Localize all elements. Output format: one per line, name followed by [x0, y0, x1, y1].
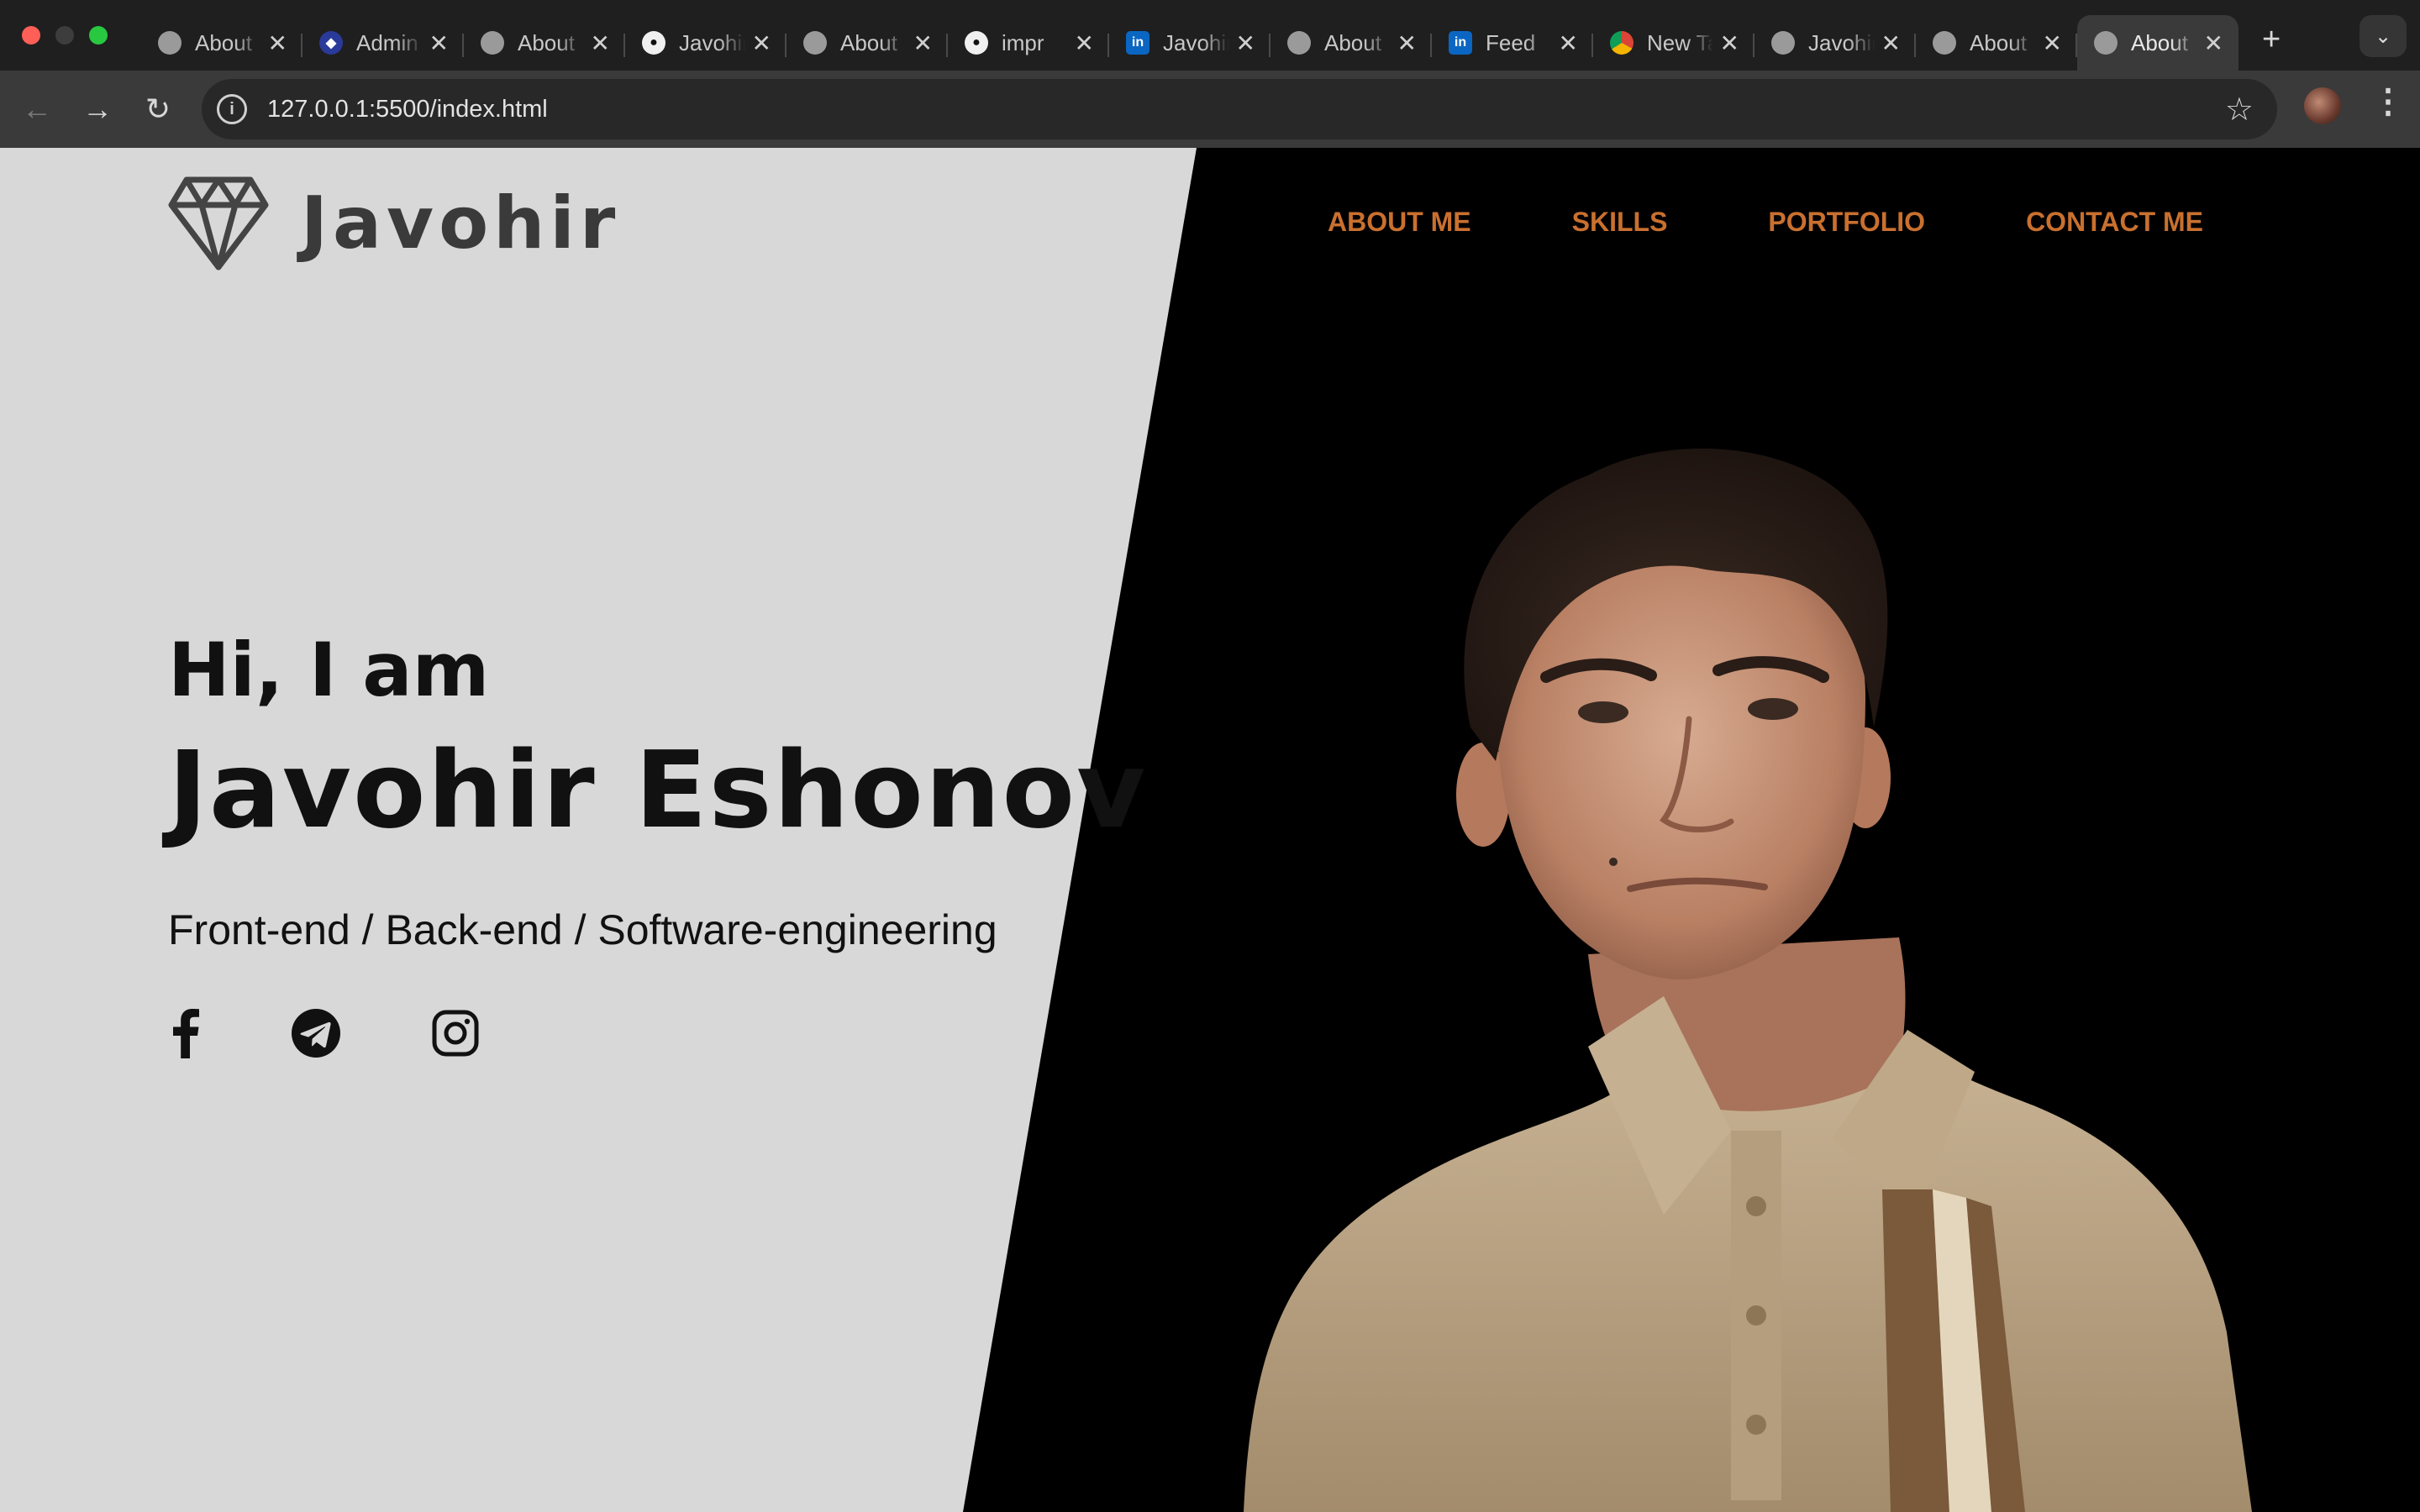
profile-photo [1244, 448, 2252, 1512]
url-text[interactable]: 127.0.0.1:5500/index.html [267, 96, 2225, 123]
tab-search-button[interactable]: ⌄ [2360, 15, 2407, 57]
close-tab-icon[interactable]: ✕ [1881, 29, 1901, 57]
tab-title: Javohir [1808, 29, 1875, 55]
browser-tab[interactable]: ◆ Admin ✕ [302, 15, 464, 71]
tab-list: About ✕ ◆ Admin ✕ About ✕ ● Javohir ✕ About ✕ ● impr ✕… [141, 0, 2238, 71]
reload-button[interactable]: ↻ [128, 92, 188, 127]
browser-tab[interactable]: in Javohir ✕ [1109, 15, 1270, 71]
github-icon: ● [965, 31, 988, 55]
nav-skills[interactable]: SKILLS [1572, 207, 1668, 238]
tab-title: About [1324, 29, 1381, 55]
browser-tab-strip: About ✕ ◆ Admin ✕ About ✕ ● Javohir ✕ About ✕ ● impr ✕… [0, 0, 2420, 71]
close-tab-icon[interactable]: ✕ [2043, 29, 2062, 57]
diamond-icon [168, 176, 269, 270]
back-button[interactable]: ← [7, 92, 67, 127]
close-tab-icon[interactable]: ✕ [591, 29, 610, 57]
hero-greeting: Hi, I am [168, 627, 490, 713]
page-viewport: Javohir ABOUT ME SKILLS PORTFOLIO CONTAC… [0, 148, 2420, 1512]
hero-text: Hi, I am Javohir Eshonov Front-end / Bac… [168, 627, 1147, 1058]
close-tab-icon[interactable]: ✕ [752, 29, 771, 57]
close-tab-icon[interactable]: ✕ [1075, 29, 1094, 57]
nav-portfolio[interactable]: PORTFOLIO [1768, 207, 1925, 238]
browser-tab[interactable]: in Feed ✕ [1432, 15, 1593, 71]
browser-tab[interactable]: About ✕ [1916, 15, 2077, 71]
tab-title: Feed [1486, 29, 1536, 55]
globe-icon [2094, 31, 2118, 55]
hero-role: Front-end / Back-end / Software-engineer… [168, 906, 997, 953]
logo-text: Javohir [301, 181, 621, 265]
browser-tab[interactable]: ● impr ✕ [948, 15, 1109, 71]
close-tab-icon[interactable]: ✕ [1397, 29, 1417, 57]
browser-tab[interactable]: ● Javohir ✕ [625, 15, 786, 71]
tab-title: About [2131, 29, 2188, 55]
linkedin-icon: in [1126, 31, 1150, 55]
forward-button[interactable]: → [67, 92, 128, 127]
site-logo[interactable]: Javohir [168, 173, 620, 274]
tab-title: About [195, 29, 252, 55]
close-tab-icon[interactable]: ✕ [2204, 29, 2223, 57]
social-links [168, 1008, 1147, 1058]
browser-tab[interactable]: About ✕ [2077, 15, 2238, 71]
browser-tab[interactable]: About ✕ [786, 15, 948, 71]
browser-toolbar: ← → ↻ i 127.0.0.1:5500/index.html ☆ [0, 71, 2420, 148]
bookmark-star-icon[interactable]: ☆ [2225, 91, 2254, 129]
close-tab-icon[interactable]: ✕ [268, 29, 287, 57]
window-controls [22, 26, 108, 45]
address-bar[interactable]: i 127.0.0.1:5500/index.html ☆ [202, 79, 2277, 139]
linkedin-icon: in [1449, 31, 1472, 55]
browser-tab[interactable]: New Tab ✕ [1593, 15, 1754, 71]
globe-icon [481, 31, 504, 55]
tab-title: Javohir [1163, 29, 1229, 55]
tab-title: New Tab [1647, 29, 1713, 55]
close-tab-icon[interactable]: ✕ [913, 29, 933, 57]
tab-title: Admin [356, 29, 418, 55]
close-tab-icon[interactable]: ✕ [1236, 29, 1255, 57]
browser-tab[interactable]: About ✕ [464, 15, 625, 71]
tab-title: About [840, 29, 897, 55]
close-window-button[interactable] [22, 26, 40, 45]
globe-icon [1933, 31, 1956, 55]
site-info-icon[interactable]: i [217, 94, 247, 124]
browser-tab[interactable]: About ✕ [1270, 15, 1432, 71]
main-nav: ABOUT ME SKILLS PORTFOLIO CONTACT ME [1328, 207, 2203, 238]
maximize-window-button[interactable] [89, 26, 108, 45]
instagram-icon[interactable] [432, 1010, 479, 1057]
nav-contact-me[interactable]: CONTACT ME [2026, 207, 2203, 238]
telegram-icon[interactable] [291, 1008, 341, 1058]
browser-menu-button[interactable]: ⋮ [2371, 82, 2405, 121]
globe-icon [158, 31, 182, 55]
minimize-window-button[interactable] [55, 26, 74, 45]
tab-title: About [1970, 29, 2027, 55]
globe-icon [1771, 31, 1795, 55]
tab-title: impr [1002, 29, 1044, 55]
globe-icon [1287, 31, 1311, 55]
tab-title: Javohir [679, 29, 745, 55]
browser-tab[interactable]: About ✕ [141, 15, 302, 71]
close-tab-icon[interactable]: ✕ [1559, 29, 1578, 57]
new-tab-button[interactable]: + [2262, 22, 2281, 58]
tab-title: About [518, 29, 575, 55]
nav-about-me[interactable]: ABOUT ME [1328, 207, 1471, 238]
close-tab-icon[interactable]: ✕ [1720, 29, 1739, 57]
facebook-icon[interactable] [170, 1008, 200, 1058]
close-tab-icon[interactable]: ✕ [429, 29, 449, 57]
admin-icon: ◆ [319, 31, 343, 55]
github-icon: ● [642, 31, 666, 55]
globe-icon [803, 31, 827, 55]
hero-name: Javohir Eshonov [168, 728, 1148, 852]
chrome-icon [1610, 31, 1634, 55]
profile-avatar[interactable] [2304, 87, 2341, 124]
browser-tab[interactable]: Javohir ✕ [1754, 15, 1916, 71]
